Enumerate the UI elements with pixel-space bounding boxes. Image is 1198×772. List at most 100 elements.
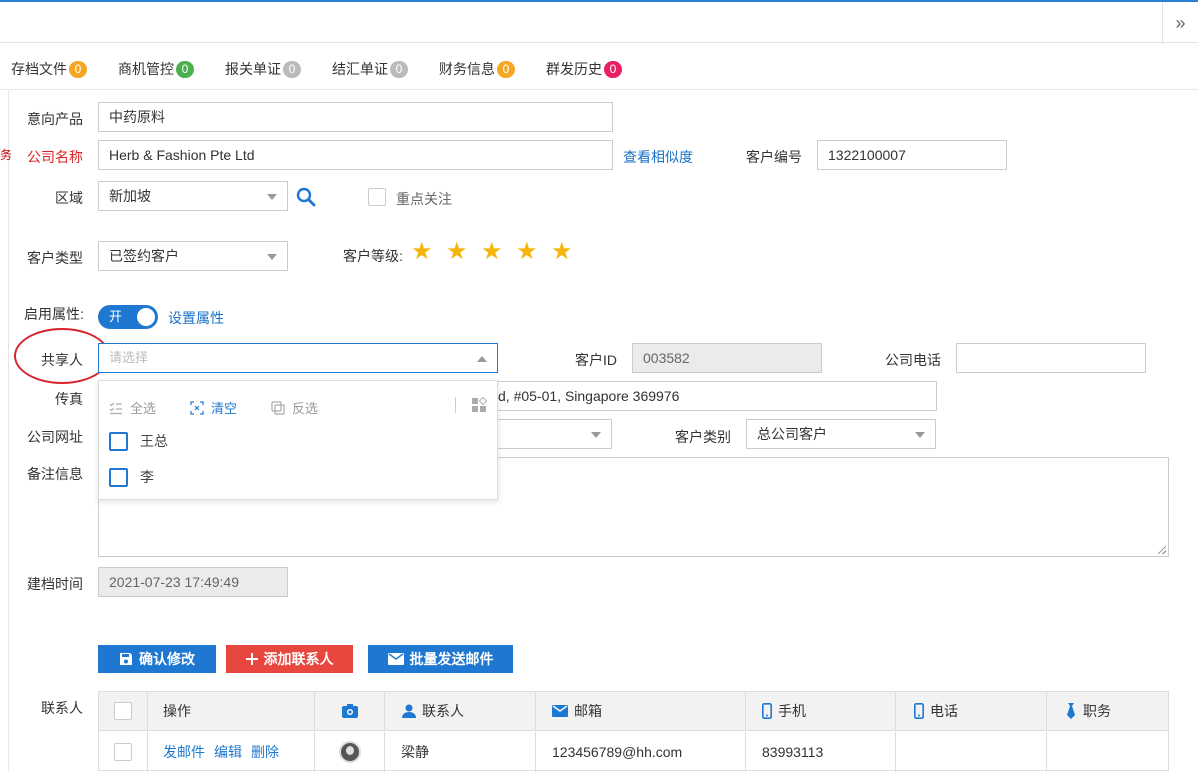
contacts-table: 操作 联系人 邮箱 手机 电话 职务 发邮件 编辑 删除 梁静 12345678… [98, 691, 1169, 772]
customer-type-select[interactable]: 已签约客户 [98, 241, 288, 271]
chevron-down-icon [267, 254, 277, 260]
collapse-panel-icon[interactable]: » [1162, 2, 1198, 44]
star-icon[interactable]: ★ [551, 240, 573, 264]
star-icon[interactable]: ★ [446, 240, 468, 264]
toggle-label: 开 [109, 309, 123, 324]
mobile-icon [762, 703, 772, 719]
clear-button[interactable]: 清空 [190, 398, 237, 417]
table-row: 发邮件 编辑 删除 梁静 123456789@hh.com 83993113 [99, 732, 1168, 772]
key-follow-checkbox[interactable] [368, 188, 386, 206]
tab-label: 存档文件 [11, 61, 67, 77]
clear-label: 清空 [211, 401, 238, 416]
confirm-edit-button[interactable]: 确认修改 [98, 645, 216, 673]
option-checkbox[interactable] [109, 467, 128, 487]
customer-category-label: 客户类别 [675, 429, 731, 445]
customer-id-label: 客户ID [575, 352, 617, 368]
chevron-down-icon [267, 194, 277, 200]
header-label: 邮箱 [574, 703, 602, 719]
option-checkbox[interactable] [109, 431, 128, 451]
row-photo [315, 732, 385, 772]
star-icon[interactable]: ★ [516, 240, 538, 264]
tab-opportunity-control[interactable]: 商机管控 0 [118, 59, 194, 79]
tab-customs-docs[interactable]: 报关单证 0 [225, 59, 301, 79]
header-photo [315, 692, 385, 730]
enable-attr-label: 启用属性: [24, 306, 84, 322]
option-label: 王总 [140, 433, 168, 449]
invert-selection-button[interactable]: 反选 [271, 398, 318, 417]
row-mobile: 83993113 [746, 732, 896, 772]
tab-bar: 存档文件 0 商机管控 0 报关单证 0 结汇单证 0 财务信息 0 群发历史 0 [0, 44, 1198, 90]
enable-attr-toggle[interactable]: 开 [98, 305, 158, 329]
chevron-up-icon [477, 356, 487, 362]
created-time-label: 建档时间 [27, 576, 83, 592]
company-phone-input[interactable] [956, 343, 1146, 373]
grid-options-icon[interactable] [471, 396, 488, 413]
delete-link[interactable]: 删除 [251, 742, 279, 762]
count-badge: 0 [69, 60, 87, 78]
tab-mass-mail-history[interactable]: 群发历史 0 [546, 59, 622, 79]
intended-product-input[interactable]: 中药原料 [98, 102, 613, 132]
left-divider [8, 90, 9, 771]
count-badge: 0 [176, 60, 194, 78]
header-label: 职务 [1083, 703, 1111, 719]
sharer-placeholder: 请选择 [109, 350, 149, 365]
tab-label: 商机管控 [118, 61, 174, 77]
tie-icon [1065, 703, 1077, 719]
button-label: 添加联系人 [263, 651, 334, 667]
view-similarity-link[interactable]: 查看相似度 [623, 147, 693, 167]
star-icon[interactable]: ★ [481, 240, 503, 264]
button-label: 确认修改 [139, 651, 195, 667]
header-mobile: 手机 [746, 692, 896, 730]
header-label: 手机 [778, 703, 806, 719]
sharer-option[interactable]: 王总 [109, 431, 168, 451]
table-header: 操作 联系人 邮箱 手机 电话 职务 [99, 692, 1168, 731]
customer-no-label: 客户编号 [746, 149, 802, 165]
header-email: 邮箱 [536, 692, 746, 730]
count-badge: 0 [497, 60, 515, 78]
header-checkbox-cell [99, 692, 148, 730]
created-time-input: 2021-07-23 17:49:49 [98, 567, 288, 597]
count-badge: 0 [390, 60, 408, 78]
fax-label: 传真 [55, 391, 83, 407]
tab-archive-files[interactable]: 存档文件 0 [11, 59, 87, 79]
row-checkbox-cell [99, 732, 148, 772]
avatar [338, 741, 361, 763]
address-input[interactable]: d, #05-01, Singapore 369976 [480, 381, 937, 411]
toolbar-divider [455, 397, 456, 413]
tab-settlement-docs[interactable]: 结汇单证 0 [332, 59, 408, 79]
row-title [1047, 732, 1168, 772]
website-label: 公司网址 [27, 429, 83, 445]
tab-finance-info[interactable]: 财务信息 0 [439, 59, 515, 79]
select-all-button[interactable]: 全选 [109, 398, 156, 417]
customer-no-input[interactable]: 1322100007 [817, 140, 1007, 170]
website-select[interactable] [480, 419, 612, 449]
option-label: 李 [140, 469, 154, 485]
mail-icon [552, 705, 568, 717]
row-checkbox[interactable] [114, 743, 132, 761]
resize-grip-icon[interactable] [1158, 546, 1166, 554]
sharer-label: 共享人 [41, 352, 83, 368]
toggle-knob [137, 308, 155, 326]
customer-category-select[interactable]: 总公司客户 [746, 419, 936, 449]
save-icon [119, 652, 133, 666]
sharer-option[interactable]: 李 [109, 467, 154, 487]
company-name-input[interactable]: Herb & Fashion Pte Ltd [98, 140, 613, 170]
search-icon[interactable] [295, 186, 317, 208]
row-email: 123456789@hh.com [536, 732, 746, 772]
top-bar: » [0, 0, 1198, 44]
count-badge: 0 [283, 60, 301, 78]
sharer-select[interactable]: 请选择 [98, 343, 498, 373]
set-attributes-link[interactable]: 设置属性 [168, 308, 224, 328]
chevron-down-icon [915, 432, 925, 438]
camera-icon [341, 704, 358, 718]
edit-link[interactable]: 编辑 [214, 742, 242, 762]
bulk-email-button[interactable]: 批量发送邮件 [368, 645, 513, 673]
region-select[interactable]: 新加坡 [98, 181, 288, 211]
select-all-checkbox[interactable] [114, 702, 132, 720]
send-email-link[interactable]: 发邮件 [163, 742, 205, 762]
customer-id-input: 003582 [632, 343, 822, 373]
star-icon[interactable]: ★ [411, 240, 433, 264]
key-follow-label: 重点关注 [396, 191, 452, 207]
plus-icon [245, 653, 258, 665]
add-contact-button[interactable]: 添加联系人 [226, 645, 353, 673]
